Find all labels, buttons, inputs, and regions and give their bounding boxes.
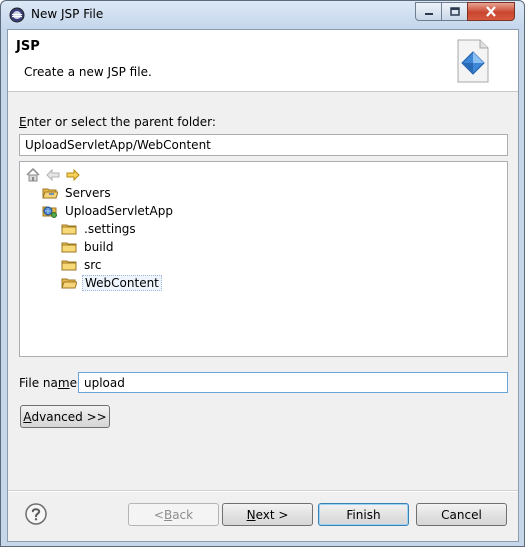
file-name-label: File name: (19, 376, 81, 390)
wizard-header: JSP Create a new JSP file. (8, 30, 518, 92)
tree-toolbar (25, 167, 81, 185)
next-button[interactable]: Next > (222, 503, 313, 526)
tree-item-src[interactable]: src (61, 256, 104, 274)
back-button[interactable]: < Back (128, 503, 219, 526)
folder-tree[interactable]: Servers UploadServletApp .settings build… (19, 161, 508, 357)
close-icon (486, 6, 496, 17)
parent-folder-input[interactable] (19, 134, 508, 156)
help-icon[interactable] (24, 502, 48, 526)
tree-item-settings[interactable]: .settings (61, 220, 138, 238)
wizard-title: JSP (16, 39, 40, 54)
file-name-input[interactable] (78, 372, 508, 393)
folder-open-icon (61, 278, 77, 289)
folder-icon (61, 242, 77, 253)
finish-button[interactable]: Finish (318, 503, 409, 526)
tree-item-build[interactable]: build (61, 238, 116, 256)
dialog-window: New JSP File JSP Create a new JSP file. … (0, 0, 525, 547)
window-title: New JSP File (31, 7, 104, 21)
tree-item-label: WebContent (82, 275, 162, 291)
tree-item-label: UploadServletApp (65, 204, 173, 218)
forward-arrow-icon[interactable] (65, 167, 81, 183)
dialog-client-area: JSP Create a new JSP file. Enter or sele… (7, 29, 519, 542)
tree-item-servers[interactable]: Servers (42, 184, 113, 202)
back-arrow-icon[interactable] (45, 167, 61, 183)
tree-item-label: build (84, 240, 114, 254)
jsp-wizard-icon (457, 39, 489, 83)
eclipse-app-icon (9, 7, 25, 23)
parent-folder-label: Enter or select the parent folder: (19, 115, 216, 129)
advanced-button[interactable]: Advanced >> (20, 405, 110, 428)
web-project-icon (42, 206, 57, 218)
cancel-button[interactable]: Cancel (416, 503, 507, 526)
folder-icon (61, 260, 77, 271)
folder-open-icon (42, 188, 58, 199)
home-icon[interactable] (25, 167, 41, 183)
tree-item-label: Servers (65, 186, 111, 200)
minimize-button[interactable] (415, 2, 442, 21)
tree-item-label: src (84, 258, 102, 272)
minimize-icon (424, 12, 433, 15)
wizard-description: Create a new JSP file. (24, 65, 152, 79)
close-button[interactable] (467, 2, 515, 21)
title-bar[interactable]: New JSP File (1, 1, 524, 29)
tree-item-label: .settings (84, 222, 136, 236)
folder-icon (61, 224, 77, 235)
tree-item-webcontent[interactable]: WebContent (61, 274, 162, 292)
maximize-icon (449, 6, 460, 16)
footer-separator (8, 490, 518, 492)
tree-item-uploadservletapp[interactable]: UploadServletApp (42, 202, 175, 220)
maximize-button[interactable] (441, 2, 468, 21)
